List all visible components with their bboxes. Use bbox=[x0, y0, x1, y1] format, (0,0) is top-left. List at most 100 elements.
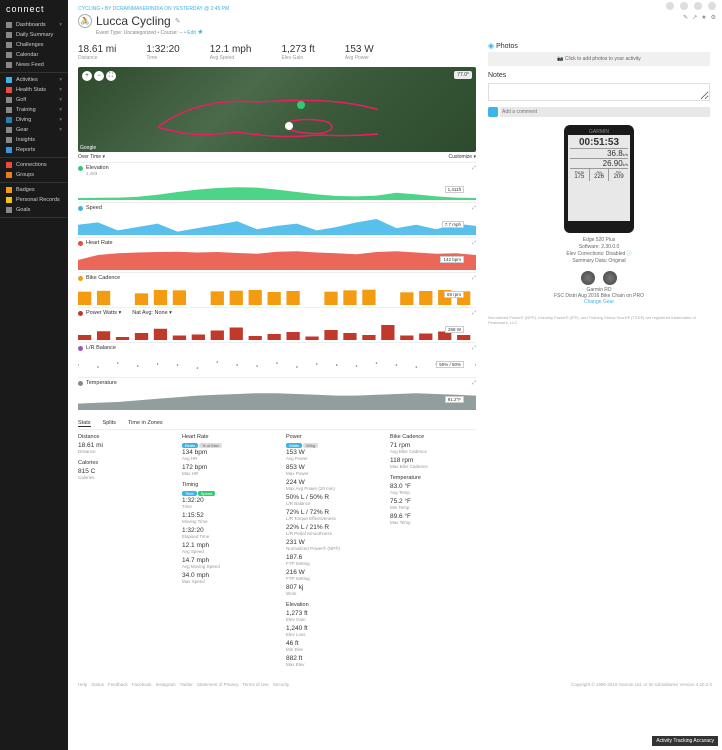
nav-calendar[interactable]: Calendar bbox=[0, 50, 68, 60]
activity-actions: ✎ ↗ ★ ⚙ bbox=[683, 14, 716, 21]
chart-power watts ▾: Power Watts ▾Nat Avg: None ▾ ⤢ 268 W bbox=[78, 307, 476, 342]
stat-distance: 18.61 miDistance bbox=[78, 44, 116, 61]
chart-temperature: Temperature ⤢ 91.2°F bbox=[78, 377, 476, 412]
activity-title: Lucca Cycling bbox=[96, 14, 171, 28]
sensor-1[interactable] bbox=[581, 271, 595, 285]
expand-icon[interactable]: ⤢ bbox=[472, 205, 476, 211]
change-gear-link[interactable]: Change Gear bbox=[584, 299, 614, 305]
nav-activities[interactable]: Activities▾ bbox=[0, 75, 68, 85]
comment-input[interactable] bbox=[500, 107, 710, 117]
reports-icon bbox=[6, 147, 12, 153]
photo-upload[interactable]: 📷 Click to add photos to your activity bbox=[488, 52, 710, 66]
stat-avg-speed: 12.1 mphAvg Speed bbox=[210, 44, 252, 61]
cloud-icon[interactable] bbox=[666, 2, 674, 10]
nav-gear[interactable]: Gear▾ bbox=[0, 125, 68, 135]
logo: connect bbox=[0, 0, 68, 18]
star-icon[interactable]: ★ bbox=[701, 14, 706, 21]
nav-diving[interactable]: Diving▾ bbox=[0, 115, 68, 125]
user-avatar bbox=[488, 107, 498, 117]
main-content: ✎ ↗ ★ ⚙ CYCLING • BY DCRAINMAKERINDIA ON… bbox=[68, 0, 722, 750]
share-icon[interactable]: ↗ bbox=[692, 14, 697, 21]
nav-connections[interactable]: Connections bbox=[0, 160, 68, 170]
badge-icon bbox=[6, 187, 12, 193]
nav-insights[interactable]: Insights bbox=[0, 135, 68, 145]
nav-daily-summary[interactable]: Daily Summary bbox=[0, 30, 68, 40]
stat-avg-power: 153 WAvg Power bbox=[345, 44, 374, 61]
tab-time-zones[interactable]: Time in Zones bbox=[128, 420, 163, 427]
tab-stats[interactable]: Stats bbox=[78, 420, 91, 427]
calendar-icon bbox=[6, 52, 12, 58]
expand-icon[interactable]: ⤢ bbox=[472, 380, 476, 386]
chart-l/r balance: L/R Balance ⤢ 50% / 50% bbox=[78, 342, 476, 377]
start-marker bbox=[297, 101, 305, 109]
footer-link[interactable]: Instagram bbox=[156, 682, 176, 687]
nav-groups[interactable]: Groups bbox=[0, 170, 68, 180]
footer-link[interactable]: Twitter bbox=[180, 682, 193, 687]
profile-icon[interactable] bbox=[708, 2, 716, 10]
diving-icon bbox=[6, 117, 12, 123]
device-widget: GARMIN 00:51:53 36.8k/h 26.90k/h Pwr 3s1… bbox=[488, 125, 710, 305]
gear-icon bbox=[6, 127, 12, 133]
temp-badge: 77.0° bbox=[454, 71, 472, 79]
news-icon bbox=[6, 62, 12, 68]
camera-icon: ◉ bbox=[488, 43, 494, 50]
activity-map[interactable]: + − ⛶ 77.0° Google bbox=[78, 67, 476, 152]
chart-bike cadence: Bike Cadence ⤢ 69 rpm bbox=[78, 272, 476, 307]
footer-link[interactable]: Feedback bbox=[108, 682, 128, 687]
nav-personal-records[interactable]: Personal Records bbox=[0, 195, 68, 205]
goals-icon bbox=[6, 207, 12, 213]
activities-icon bbox=[6, 77, 12, 83]
disclaimer: Normalized Power® (NP®), Intensity Facto… bbox=[488, 315, 710, 325]
notifications-icon[interactable] bbox=[694, 2, 702, 10]
nav-challenges[interactable]: Challenges bbox=[0, 40, 68, 50]
breadcrumb: CYCLING • BY DCRAINMAKERINDIA ON YESTERD… bbox=[78, 6, 712, 12]
challenges-icon bbox=[6, 42, 12, 48]
expand-icon[interactable]: ⤢ bbox=[472, 275, 476, 281]
col-power: Power WattsW/kg 153 WAvg Power 853 WMax … bbox=[286, 434, 372, 670]
notes-input[interactable] bbox=[488, 83, 710, 101]
footer-link[interactable]: Status bbox=[91, 682, 104, 687]
trophy-icon bbox=[6, 197, 12, 203]
route-path bbox=[78, 67, 378, 152]
cycling-icon: 🚴 bbox=[78, 14, 92, 28]
accuracy-button[interactable]: Activity Tracking Accuracy bbox=[652, 736, 718, 746]
dashboard-icon bbox=[6, 22, 12, 28]
nav-training[interactable]: Training▾ bbox=[0, 105, 68, 115]
device-image: GARMIN 00:51:53 36.8k/h 26.90k/h Pwr 3s1… bbox=[564, 125, 634, 233]
settings-icon[interactable]: ⚙ bbox=[711, 14, 716, 21]
expand-icon[interactable]: ⤢ bbox=[472, 165, 476, 171]
expand-icon[interactable]: ⤢ bbox=[472, 240, 476, 246]
expand-icon[interactable]: ⤢ bbox=[472, 345, 476, 351]
footer-link[interactable]: Statement of Privacy bbox=[197, 682, 239, 687]
chart-time-select[interactable]: Over Time ▾ bbox=[78, 154, 105, 160]
nav-goals[interactable]: Goals bbox=[0, 205, 68, 215]
enable-link[interactable]: ⓘ bbox=[627, 251, 632, 257]
nav-golf[interactable]: Golf▾ bbox=[0, 95, 68, 105]
charts-section: Over Time ▾ Customize ▾ Elevation 1,493 … bbox=[78, 152, 476, 412]
footer-link[interactable]: Facebook bbox=[132, 682, 152, 687]
nav-health-stats[interactable]: Health Stats▾ bbox=[0, 85, 68, 95]
footer-link[interactable]: Help bbox=[78, 682, 87, 687]
edit-icon[interactable]: ✎ bbox=[683, 14, 688, 21]
nav-news-feed[interactable]: News Feed bbox=[0, 60, 68, 70]
nav-dashboards[interactable]: Dashboards▾ bbox=[0, 20, 68, 30]
edit-title-icon[interactable]: ✎ bbox=[175, 17, 181, 25]
chart-elevation: Elevation 1,493 ⤢ 1,411ft bbox=[78, 162, 476, 202]
sensor-2[interactable] bbox=[603, 271, 617, 285]
insights-icon bbox=[6, 137, 12, 143]
sidebar: connect Dashboards▾ Daily Summary Challe… bbox=[0, 0, 68, 750]
expand-icon[interactable]: ⤢ bbox=[472, 310, 476, 316]
footer-link[interactable]: Security bbox=[273, 682, 289, 687]
favorite-icon[interactable]: ★ bbox=[197, 29, 203, 36]
groups-icon bbox=[6, 172, 12, 178]
device-icon[interactable] bbox=[680, 2, 688, 10]
footer-link[interactable]: Terms of Use bbox=[242, 682, 269, 687]
tab-splits[interactable]: Splits bbox=[103, 420, 116, 427]
footer: Help Status Feedback Facebook Instagram Twitt… bbox=[68, 678, 722, 691]
chart-customize[interactable]: Customize ▾ bbox=[448, 154, 476, 160]
nav-badges[interactable]: Badges bbox=[0, 185, 68, 195]
nav-reports[interactable]: Reports bbox=[0, 145, 68, 155]
edit-link[interactable]: Edit bbox=[187, 30, 196, 36]
connections-icon bbox=[6, 162, 12, 168]
training-icon bbox=[6, 107, 12, 113]
